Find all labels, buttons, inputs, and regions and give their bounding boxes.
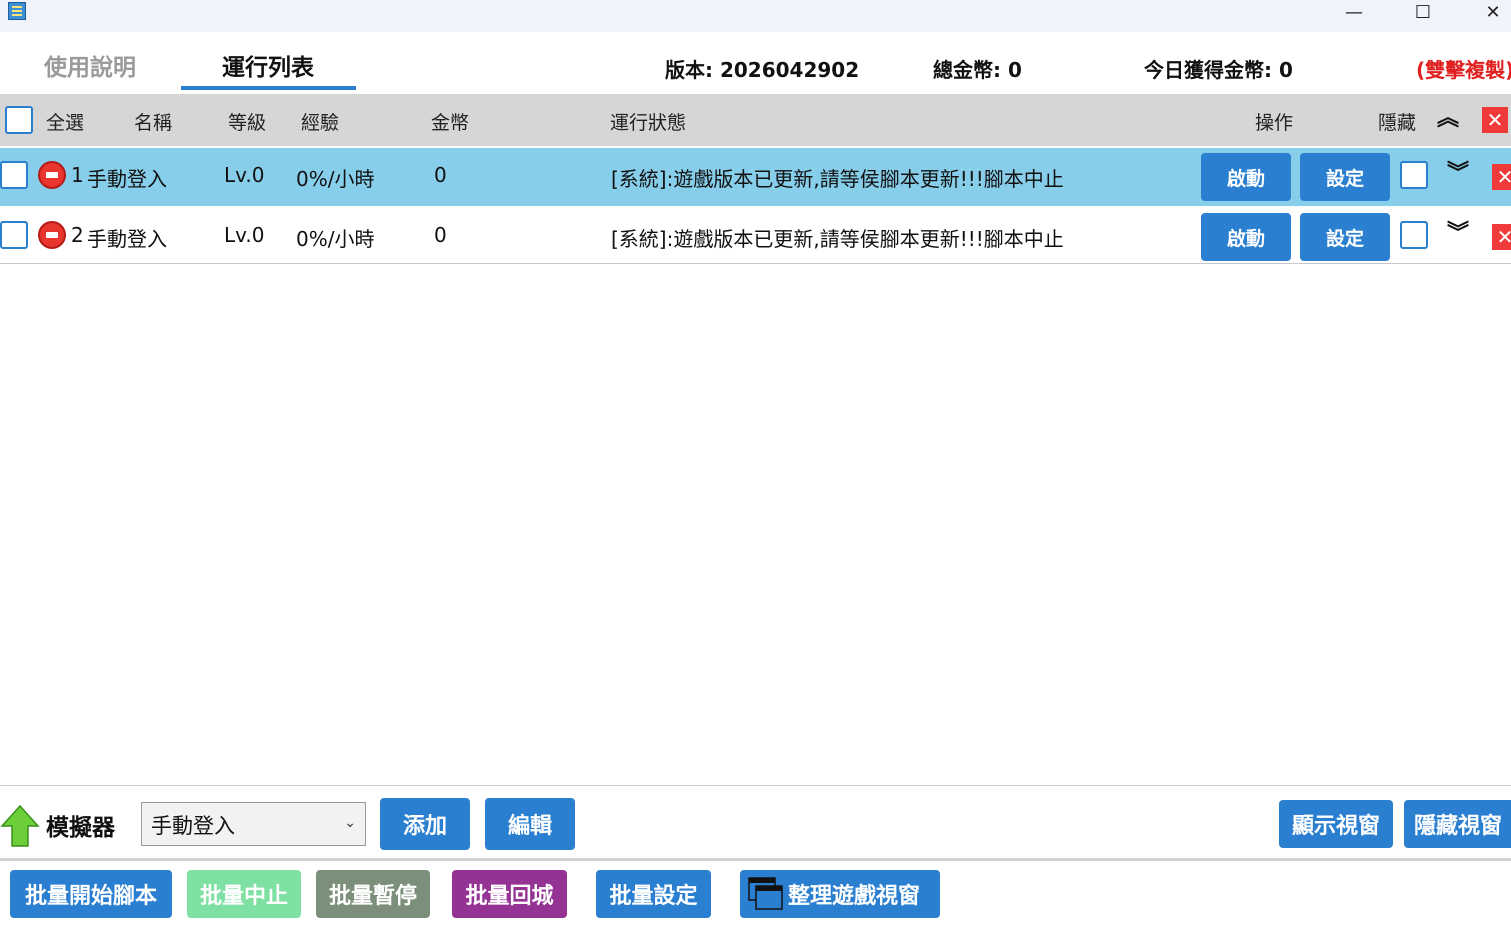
collapse-all-icon[interactable]: ︽ [1437,108,1459,130]
double-click-copy-hint: (雙擊複製) [1416,58,1511,82]
tab-bar: 使用說明 運行列表 版本: 2026042902 總金幣: 0 今日獲得金幣: … [0,32,1511,94]
maximize-icon[interactable]: ☐ [1400,0,1446,24]
app-icon [8,2,26,20]
emulator-label: 模擬器 [46,815,115,841]
row-checkbox[interactable] [0,161,28,189]
batch-toolbar: 批量開始腳本 批量中止 批量暫停 批量回城 批量設定 整理遊戲視窗 [0,861,1511,926]
remove-row-icon[interactable]: ✕ [1492,164,1511,190]
add-button[interactable]: 添加 [380,798,470,850]
row-name: 手動登入 [87,167,167,191]
batch-start-button[interactable]: 批量開始腳本 [10,870,172,918]
row-level: Lv.0 [224,163,265,187]
batch-settings-button[interactable]: 批量設定 [596,870,711,918]
minimize-icon[interactable]: — [1331,0,1377,24]
start-button[interactable]: 啟動 [1201,153,1291,201]
edit-button[interactable]: 編輯 [485,798,575,850]
show-window-button[interactable]: 顯示視窗 [1279,800,1393,848]
header-hide: 隱藏 [1378,112,1417,134]
row-index: 2 [71,223,84,247]
arrange-windows-button[interactable]: 整理遊戲視窗 [740,870,940,918]
close-icon[interactable]: ✕ [1470,0,1511,24]
stop-status-icon [38,221,66,249]
batch-pause-button[interactable]: 批量暫停 [316,870,430,918]
row-index: 1 [71,163,84,187]
header-select-all: 全選 [46,112,85,134]
chevron-down-icon: ⌄ [344,815,356,831]
active-tab-indicator [181,86,356,90]
hide-checkbox[interactable] [1400,161,1428,189]
header-name: 名稱 [134,112,173,134]
remove-all-icon[interactable]: ✕ [1482,107,1508,133]
emulator-select[interactable]: 手動登入 ⌄ [141,802,366,846]
header-exp: 經驗 [301,112,340,134]
upload-arrow-icon[interactable] [0,804,40,848]
arrange-windows-label: 整理遊戲視窗 [788,884,921,909]
hide-window-button[interactable]: 隱藏視窗 [1404,800,1511,848]
select-all-checkbox[interactable] [5,106,33,134]
title-bar: — ☐ ✕ [0,0,1511,32]
header-coins: 金幣 [431,112,470,134]
row-checkbox[interactable] [0,221,28,249]
batch-return-town-button[interactable]: 批量回城 [452,870,567,918]
settings-button[interactable]: 設定 [1300,153,1390,201]
row-name: 手動登入 [87,227,167,251]
batch-stop-button[interactable]: 批量中止 [187,870,301,918]
tab-usage[interactable]: 使用說明 [44,48,136,82]
tab-run-list[interactable]: 運行列表 [222,48,314,82]
row-status: [系統]:遊戲版本已更新,請等侯腳本更新!!!腳本中止 [611,227,1064,251]
expand-icon[interactable]: ︾ [1447,223,1469,245]
start-button[interactable]: 啟動 [1201,213,1291,261]
settings-button[interactable]: 設定 [1300,213,1390,261]
row-level: Lv.0 [224,223,265,247]
windows-icon [748,877,783,910]
remove-row-icon[interactable]: ✕ [1492,224,1511,250]
header-level: 等級 [228,112,267,134]
total-coins-label: 總金幣: 0 [933,58,1022,82]
row-coins: 0 [434,163,447,187]
stop-status-icon [38,161,66,189]
table-row[interactable]: 1 手動登入 Lv.0 0%/小時 0 [系統]:遊戲版本已更新,請等侯腳本更新… [0,148,1511,206]
header-actions: 操作 [1255,112,1294,134]
emulator-select-value: 手動登入 [151,814,235,838]
hide-checkbox[interactable] [1400,221,1428,249]
table-row[interactable]: 2 手動登入 Lv.0 0%/小時 0 [系統]:遊戲版本已更新,請等侯腳本更新… [0,206,1511,264]
expand-icon[interactable]: ︾ [1447,163,1469,185]
row-coins: 0 [434,223,447,247]
table-header: 全選 名稱 等級 經驗 金幣 運行狀態 操作 隱藏 ︽ ✕ [0,94,1511,146]
row-status: [系統]:遊戲版本已更新,請等侯腳本更新!!!腳本中止 [611,167,1064,191]
row-exp: 0%/小時 [296,167,375,191]
emulator-toolbar: 模擬器 手動登入 ⌄ 添加 編輯 顯示視窗 隱藏視窗 [0,786,1511,860]
list-empty-area [0,265,1511,785]
row-exp: 0%/小時 [296,227,375,251]
header-status: 運行狀態 [610,112,687,134]
today-coins-label: 今日獲得金幣: 0 [1144,58,1293,82]
version-label: 版本: 2026042902 [665,58,860,82]
